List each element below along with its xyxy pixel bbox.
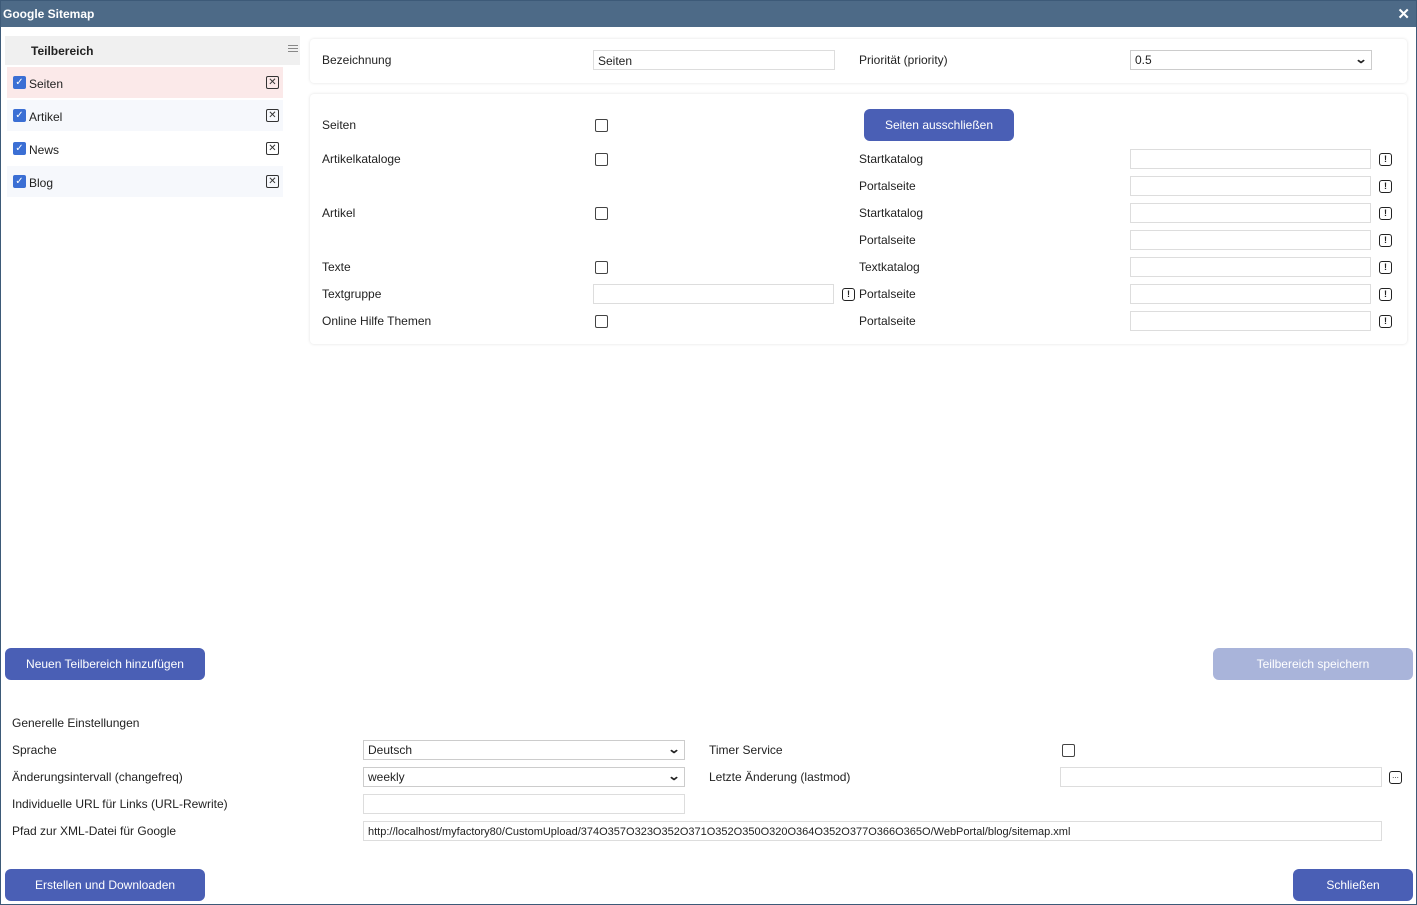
- section-item-label: Seiten: [29, 77, 64, 91]
- section-list-title: Teilbereich: [31, 44, 94, 58]
- more-options-icon[interactable]: ...: [1389, 771, 1402, 784]
- artikel-label: Artikel: [322, 206, 356, 220]
- online-hilfe-portalseite-input[interactable]: [1130, 311, 1371, 331]
- texte-label: Texte: [322, 260, 351, 274]
- column-menu-icon[interactable]: [288, 45, 298, 54]
- timer-service-label: Timer Service: [709, 743, 783, 757]
- artikel-startkatalog-input[interactable]: [1130, 203, 1371, 223]
- portalseite-label: Portalseite: [859, 179, 916, 193]
- section-checkbox[interactable]: ✓: [13, 109, 26, 122]
- window-title: Google Sitemap: [3, 7, 95, 21]
- section-item-label: News: [29, 143, 60, 157]
- lastmod-input[interactable]: [1060, 767, 1382, 787]
- chevron-down-icon: ⌄: [1354, 52, 1368, 66]
- artikelkataloge-startkatalog-input[interactable]: [1130, 149, 1371, 169]
- timer-service-checkbox[interactable]: [1062, 744, 1075, 757]
- portalseite-label: Portalseite: [859, 314, 916, 328]
- delete-icon[interactable]: ✕: [266, 175, 279, 188]
- exclude-pages-button[interactable]: Seiten ausschließen: [864, 109, 1014, 141]
- startkatalog-label: Startkatalog: [859, 206, 924, 220]
- online-hilfe-label: Online Hilfe Themen: [322, 314, 432, 328]
- delete-icon[interactable]: ✕: [266, 109, 279, 122]
- portalseite-label: Portalseite: [859, 233, 916, 247]
- sprache-select[interactable]: Deutsch ⌄: [363, 740, 685, 760]
- info-icon[interactable]: !: [1379, 234, 1392, 247]
- priority-label: Priorität (priority): [859, 53, 948, 67]
- portalseite-label: Portalseite: [859, 287, 916, 301]
- general-settings-heading: Generelle Einstellungen: [12, 716, 140, 730]
- section-item-seiten[interactable]: ✓ Seiten ✕: [7, 67, 283, 98]
- online-hilfe-checkbox[interactable]: [595, 315, 608, 328]
- info-icon[interactable]: !: [1379, 315, 1392, 328]
- texte-portalseite-input[interactable]: [1130, 284, 1371, 304]
- seiten-checkbox[interactable]: [595, 119, 608, 132]
- artikel-checkbox[interactable]: [595, 207, 608, 220]
- add-section-button[interactable]: Neuen Teilbereich hinzufügen: [5, 648, 205, 680]
- info-icon[interactable]: !: [1379, 288, 1392, 301]
- texte-checkbox[interactable]: [595, 261, 608, 274]
- startkatalog-label: Startkatalog: [859, 152, 924, 166]
- textkatalog-input[interactable]: [1130, 257, 1371, 277]
- changefreq-select[interactable]: weekly ⌄: [363, 767, 685, 787]
- section-checkbox[interactable]: ✓: [13, 142, 26, 155]
- section-item-news[interactable]: ✓ News ✕: [7, 133, 283, 164]
- changefreq-value: weekly: [368, 770, 405, 784]
- delete-icon[interactable]: ✕: [266, 76, 279, 89]
- lastmod-label: Letzte Änderung (lastmod): [709, 770, 851, 784]
- seiten-label: Seiten: [322, 118, 357, 132]
- info-icon[interactable]: !: [1379, 207, 1392, 220]
- title-bar: Google Sitemap ✕: [1, 1, 1416, 27]
- xml-path-input[interactable]: http://localhost/myfactory80/CustomUploa…: [363, 821, 1382, 841]
- artikelkataloge-checkbox[interactable]: [595, 153, 608, 166]
- info-icon[interactable]: !: [1379, 180, 1392, 193]
- section-item-blog[interactable]: ✓ Blog ✕: [7, 166, 283, 197]
- close-button[interactable]: Schließen: [1293, 869, 1413, 901]
- xml-path-label: Pfad zur XML-Datei für Google: [12, 824, 177, 838]
- chevron-down-icon: ⌄: [667, 769, 681, 783]
- google-sitemap-dialog: Google Sitemap ✕ Teilbereich ✓ Seiten ✕ …: [0, 0, 1417, 905]
- chevron-down-icon: ⌄: [667, 742, 681, 756]
- bezeichnung-label: Bezeichnung: [322, 53, 392, 67]
- sprache-label: Sprache: [12, 743, 57, 757]
- info-icon[interactable]: !: [1379, 153, 1392, 166]
- textkatalog-label: Textkatalog: [859, 260, 920, 274]
- url-rewrite-label: Individuelle URL für Links (URL-Rewrite): [12, 797, 228, 811]
- section-checkbox[interactable]: ✓: [13, 175, 26, 188]
- bezeichnung-input[interactable]: Seiten: [593, 50, 835, 70]
- textgruppe-input[interactable]: [593, 284, 834, 304]
- changefreq-label: Änderungsintervall (changefreq): [12, 770, 183, 784]
- textgruppe-label: Textgruppe: [322, 287, 382, 301]
- delete-icon[interactable]: ✕: [266, 142, 279, 155]
- section-item-label: Artikel: [29, 110, 63, 124]
- sprache-value: Deutsch: [368, 743, 413, 757]
- section-checkbox[interactable]: ✓: [13, 76, 26, 89]
- save-section-button[interactable]: Teilbereich speichern: [1213, 648, 1413, 680]
- artikel-portalseite-input[interactable]: [1130, 230, 1371, 250]
- priority-select[interactable]: 0.5 ⌄: [1130, 50, 1372, 70]
- section-item-artikel[interactable]: ✓ Artikel ✕: [7, 100, 283, 131]
- section-list-header: Teilbereich: [5, 36, 300, 65]
- create-download-button[interactable]: Erstellen und Downloaden: [5, 869, 205, 901]
- artikelkataloge-label: Artikelkataloge: [322, 152, 401, 166]
- info-icon[interactable]: !: [842, 288, 855, 301]
- section-list: Teilbereich: [5, 36, 300, 65]
- info-icon[interactable]: !: [1379, 261, 1392, 274]
- section-item-label: Blog: [29, 176, 54, 190]
- close-icon[interactable]: ✕: [1397, 5, 1410, 23]
- priority-value: 0.5: [1135, 53, 1152, 67]
- artikelkataloge-portalseite-input[interactable]: [1130, 176, 1371, 196]
- url-rewrite-input[interactable]: [363, 794, 685, 814]
